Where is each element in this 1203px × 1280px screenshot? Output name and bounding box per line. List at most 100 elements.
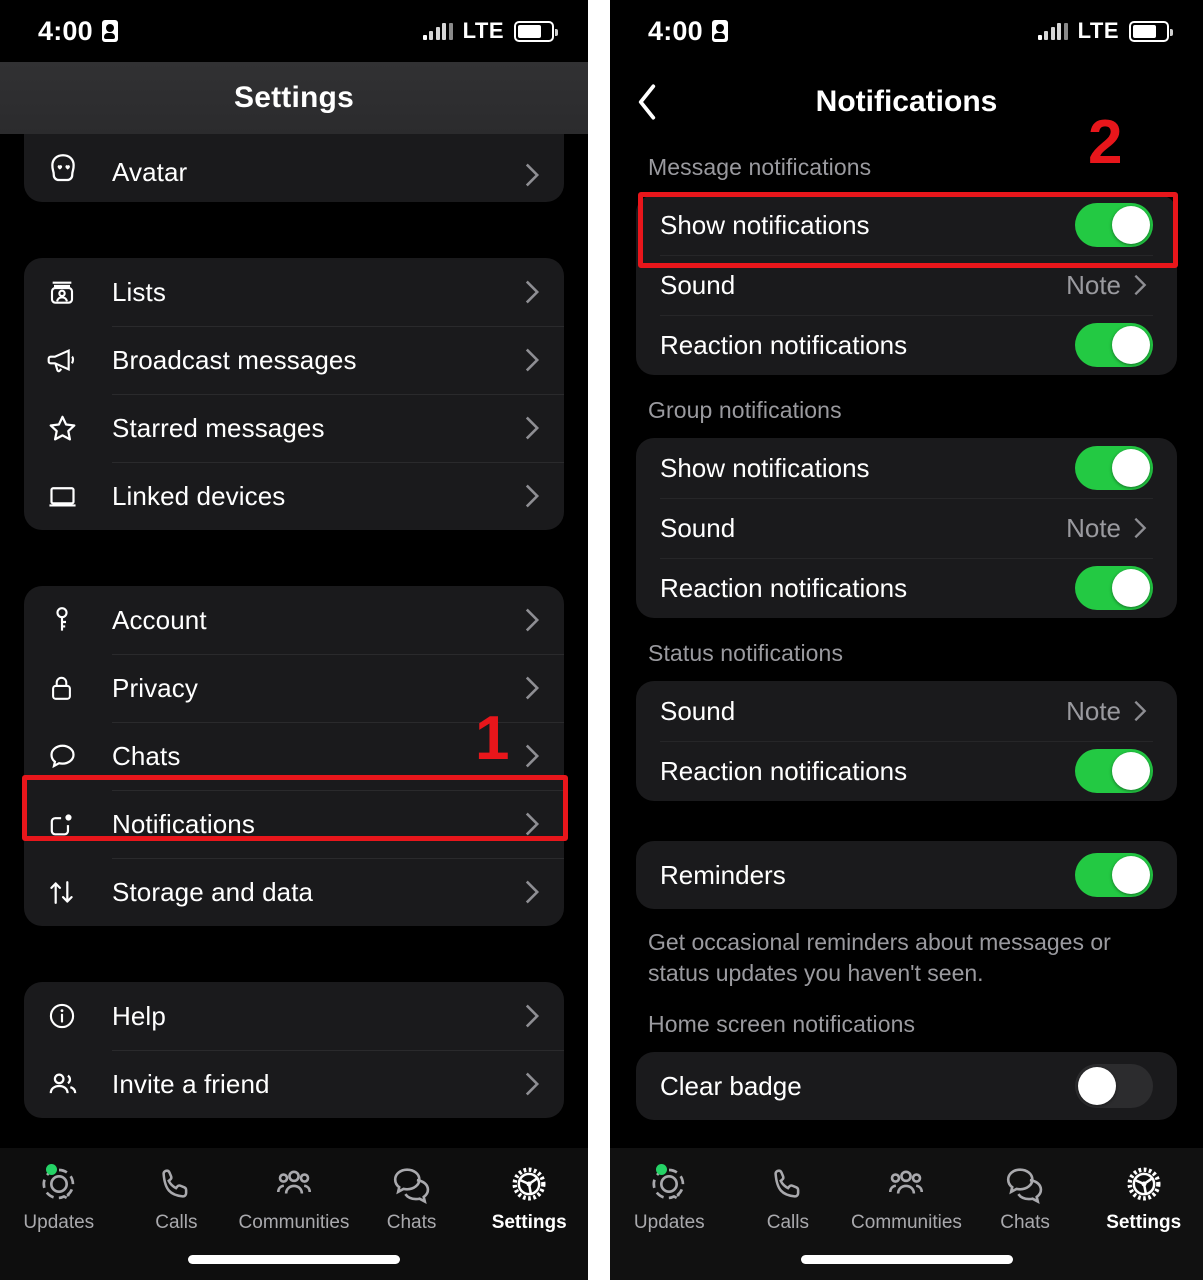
chevron-right-icon (1133, 273, 1147, 297)
updates-badge-dot (45, 1164, 57, 1175)
row-show-notifications-message[interactable]: Show notifications (636, 195, 1177, 255)
row-reaction-notifications-status[interactable]: Reaction notifications (636, 741, 1177, 801)
tab-calls[interactable]: Calls (118, 1162, 236, 1234)
panel-divider (588, 0, 610, 1280)
section-header-home-screen-notifications: Home screen notifications (648, 1011, 916, 1038)
row-value: Note (1066, 695, 1121, 726)
sidebar-item-starred-messages[interactable]: Starred messages (24, 394, 564, 462)
sidebar-item-privacy[interactable]: Privacy (24, 654, 564, 722)
chevron-right-icon (524, 879, 540, 905)
chevron-right-icon (1133, 699, 1147, 723)
status-bar-right-cluster: LTE (1037, 18, 1173, 44)
sidebar-item-label: Account (112, 604, 207, 635)
bottom-tab-bar-right: Updates Calls Communities Chats Settings (610, 1148, 1203, 1280)
sim-lock-icon (101, 20, 118, 42)
battery-icon (514, 20, 558, 42)
row-show-notifications-group[interactable]: Show notifications (636, 438, 1177, 498)
section-header-group-notifications: Group notifications (648, 397, 842, 423)
section-header-message-notifications: Message notifications (648, 154, 872, 180)
tab-settings[interactable]: Settings (470, 1162, 588, 1234)
sidebar-item-storage-and-data[interactable]: Storage and data (24, 858, 564, 926)
tab-label: Calls (155, 1212, 198, 1233)
tab-updates[interactable]: Updates (610, 1162, 729, 1234)
page-title: Settings (234, 81, 354, 114)
sidebar-item-account[interactable]: Account (24, 586, 564, 654)
toggle-show-notifications-message[interactable] (1075, 203, 1153, 247)
row-label: Reaction notifications (660, 572, 908, 603)
toggle-reaction-notifications-message[interactable] (1075, 323, 1153, 367)
sidebar-item-notifications[interactable]: Notifications (24, 790, 564, 858)
chevron-right-icon (524, 607, 540, 633)
sidebar-item-label: Storage and data (112, 876, 314, 907)
sidebar-item-linked-devices[interactable]: Linked devices (24, 462, 564, 530)
sidebar-item-chats[interactable]: Chats (24, 722, 564, 790)
toggle-show-notifications-group[interactable] (1075, 446, 1153, 490)
tab-communities[interactable]: Communities (235, 1162, 353, 1234)
chevron-right-icon (524, 279, 540, 305)
sidebar-item-invite-a-friend[interactable]: Invite a friend (24, 1050, 564, 1118)
row-label: Reaction notifications (660, 755, 908, 786)
row-clear-badge[interactable]: Clear badge (636, 1052, 1177, 1120)
toggle-reminders[interactable] (1075, 853, 1153, 897)
phone-icon (769, 1162, 807, 1206)
sim-lock-icon (711, 20, 728, 42)
row-sound-status[interactable]: Sound Note (636, 681, 1177, 741)
status-bar-left: 4:00 LTE (0, 0, 588, 62)
tab-communities[interactable]: Communities (847, 1162, 966, 1234)
row-label: Reminders (660, 859, 786, 890)
sidebar-item-label: Starred messages (112, 412, 325, 443)
people-icon (46, 1064, 90, 1104)
row-reminders[interactable]: Reminders (636, 841, 1177, 909)
chevron-right-icon (524, 483, 540, 509)
toggle-reaction-notifications-status[interactable] (1075, 749, 1153, 793)
account-group: Account Privacy Chats Notifications Stor… (24, 586, 564, 926)
tab-label: Communities (851, 1212, 962, 1233)
row-sound-message[interactable]: Sound Note (636, 255, 1177, 315)
settings-header: Settings (0, 62, 588, 134)
settings-screen: 4:00 LTE Settings Avatar Lists Broadcast… (0, 0, 588, 1280)
row-label: Clear badge (660, 1070, 802, 1101)
tools-group: Lists Broadcast messages Starred message… (24, 258, 564, 530)
sidebar-item-label: Avatar (112, 157, 188, 187)
section-header-status-notifications: Status notifications (648, 640, 844, 666)
dual-screenshot-stage: 4:00 LTE Settings Avatar Lists Broadcast… (0, 0, 1203, 1280)
toggle-reaction-notifications-group[interactable] (1075, 566, 1153, 610)
notifications-list: Message notifications Show notifications… (610, 142, 1203, 1121)
row-label: Sound (660, 269, 736, 300)
chevron-right-icon (524, 675, 540, 701)
chevron-right-icon (524, 1071, 540, 1097)
home-indicator (188, 1255, 400, 1264)
phone-icon (157, 1162, 195, 1206)
sidebar-item-lists[interactable]: Lists (24, 258, 564, 326)
sidebar-item-label: Notifications (112, 808, 255, 839)
row-sound-group[interactable]: Sound Note (636, 498, 1177, 558)
star-icon (46, 408, 90, 448)
notification-bell-square-icon (46, 804, 90, 844)
row-value-group: Note (1066, 513, 1153, 544)
tab-chats[interactable]: Chats (353, 1162, 471, 1234)
network-type: LTE (1077, 18, 1119, 43)
tab-chats[interactable]: Chats (966, 1162, 1085, 1234)
tab-updates[interactable]: Updates (0, 1162, 118, 1234)
row-reaction-notifications-message[interactable]: Reaction notifications (636, 315, 1177, 375)
row-value: Note (1066, 269, 1121, 300)
sidebar-item-broadcast-messages[interactable]: Broadcast messages (24, 326, 564, 394)
tab-label: Settings (1106, 1212, 1182, 1233)
back-chevron-icon[interactable] (636, 83, 676, 121)
avatar-face-icon (46, 148, 90, 188)
chevron-right-icon (524, 347, 540, 373)
communities-icon (885, 1162, 927, 1206)
sidebar-item-help[interactable]: Help (24, 982, 564, 1050)
toggle-clear-badge[interactable] (1075, 1064, 1153, 1109)
signal-bars-icon (1037, 22, 1068, 40)
tab-settings[interactable]: Settings (1084, 1162, 1203, 1234)
tab-label: Calls (766, 1212, 809, 1233)
tab-calls[interactable]: Calls (729, 1162, 848, 1234)
group-notifications-card: Show notifications Sound Note Reaction n… (636, 438, 1177, 618)
row-reaction-notifications-group[interactable]: Reaction notifications (636, 558, 1177, 618)
row-value-group: Note (1066, 270, 1153, 301)
notifications-screen: 4:00 LTE Notifications Message notificat… (610, 0, 1203, 1280)
